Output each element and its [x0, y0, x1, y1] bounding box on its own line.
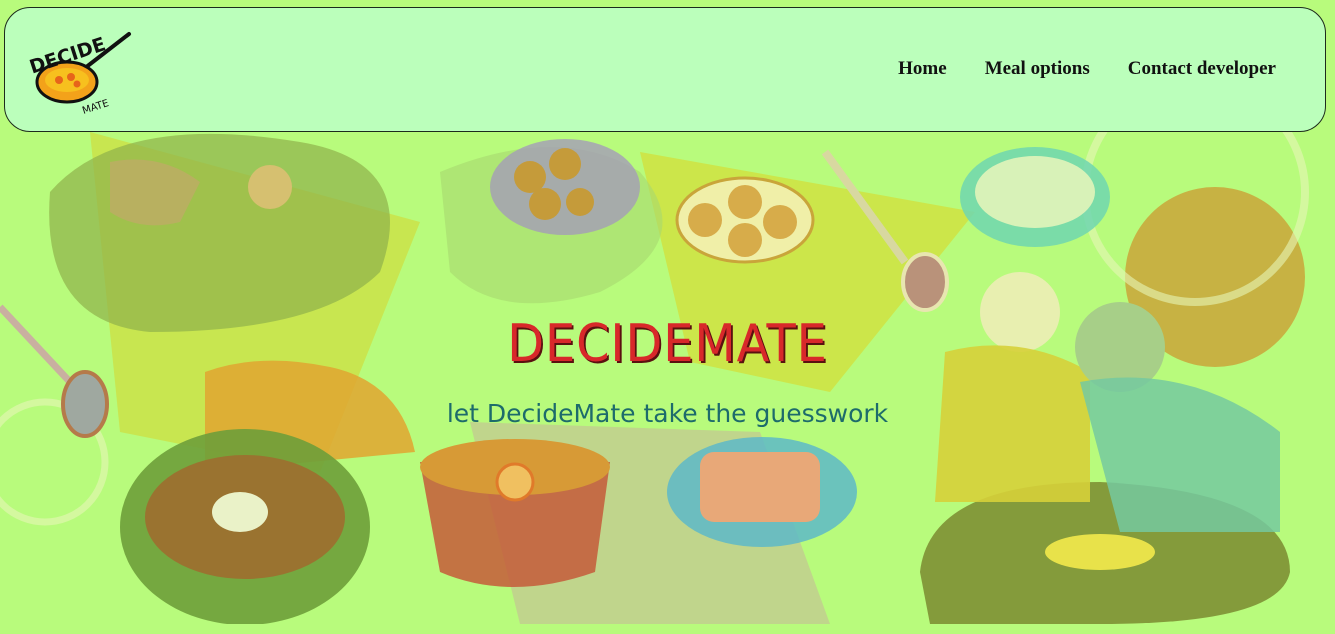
decidemate-logo[interactable]: DECIDE MATE: [25, 30, 135, 117]
food-illustration-background: [0, 132, 1309, 624]
nav-link-home[interactable]: Home: [898, 58, 947, 80]
navbar: DECIDE MATE Home Meal options Contact de…: [4, 7, 1326, 132]
hero-banner: DECIDEMATE let DecideMate take the guess…: [0, 132, 1335, 624]
hero-title: DECIDEMATE: [507, 314, 828, 374]
hero-subtitle: let DecideMate take the guesswork: [446, 399, 889, 428]
nav-link-contact-developer[interactable]: Contact developer: [1128, 58, 1276, 80]
nav-link-meal-options[interactable]: Meal options: [985, 58, 1090, 80]
nav-links: Home Meal options Contact developer: [898, 58, 1276, 80]
frying-pan-logo-icon: DECIDE MATE: [27, 32, 131, 117]
logo-subtext: MATE: [81, 98, 110, 114]
